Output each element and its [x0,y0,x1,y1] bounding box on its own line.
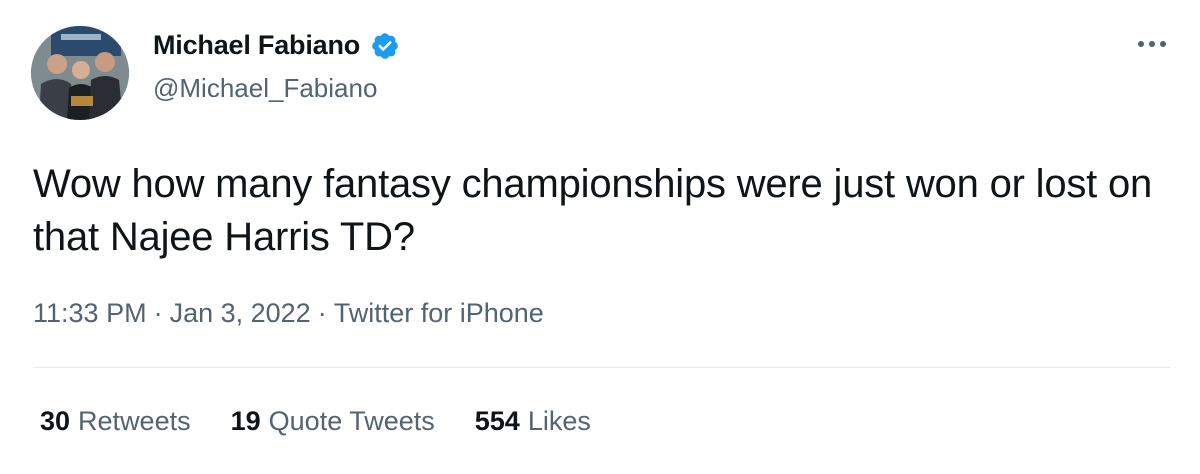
tweet-card: Michael Fabiano @Michael_Fabiano Wow how… [0,0,1200,474]
retweets-stat[interactable]: 30 Retweets [40,406,191,437]
likes-count: 554 [474,406,520,436]
more-options-button[interactable] [1134,30,1170,58]
meta-separator: · [317,298,327,328]
retweets-count: 30 [40,406,71,436]
avatar[interactable] [31,26,129,120]
tweet-date[interactable]: Jan 3, 2022 [170,298,311,329]
retweets-label: Retweets [78,406,191,436]
tweet-text: Wow how many fantasy championships were … [33,162,1153,259]
tweet-stats: 30 Retweets 19 Quote Tweets 554 Likes [40,406,591,437]
quote-tweets-label: Quote Tweets [268,406,435,436]
quote-tweets-count: 19 [230,406,261,436]
tweet-metadata: 11:33 PM · Jan 3, 2022 · Twitter for iPh… [33,298,544,329]
author-display-name[interactable]: Michael Fabiano [153,30,360,61]
author-name-row: Michael Fabiano [153,30,400,61]
meta-separator: · [153,298,163,328]
verified-badge-icon [370,31,400,61]
quote-tweets-stat[interactable]: 19 Quote Tweets [231,406,435,437]
tweet-source[interactable]: Twitter for iPhone [334,298,544,329]
tweet-time[interactable]: 11:33 PM [33,298,147,329]
divider [33,367,1170,368]
likes-stat[interactable]: 554 Likes [475,406,591,437]
likes-label: Likes [527,406,591,436]
more-options-icon [1138,41,1166,47]
author-handle[interactable]: @Michael_Fabiano [153,73,377,104]
